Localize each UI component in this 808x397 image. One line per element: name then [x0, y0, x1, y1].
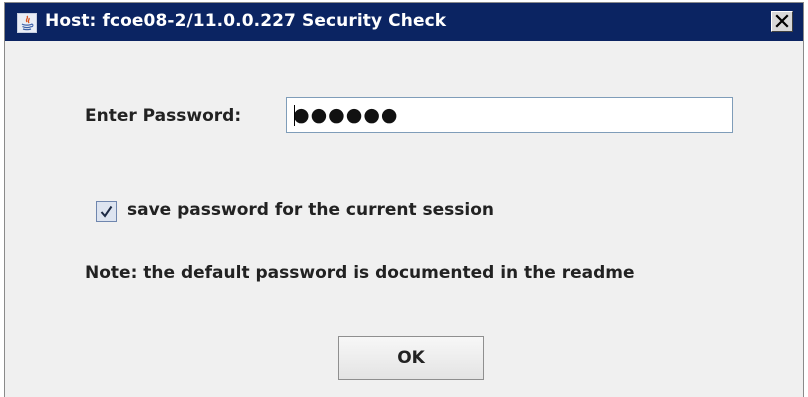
save-password-checkbox[interactable] [96, 201, 117, 222]
password-note: Note: the default password is documented… [85, 263, 635, 283]
password-input[interactable] [286, 97, 733, 133]
close-button[interactable] [771, 11, 793, 32]
text-caret [294, 105, 295, 126]
checkmark-icon [100, 205, 113, 218]
java-icon [17, 13, 37, 33]
save-password-label[interactable]: save password for the current session [127, 200, 494, 220]
window-title: Host: fcoe08-2/11.0.0.227 Security Check [45, 11, 447, 31]
security-check-dialog: Host: fcoe08-2/11.0.0.227 Security Check… [4, 2, 804, 397]
password-label: Enter Password: [85, 106, 242, 126]
title-bar[interactable]: Host: fcoe08-2/11.0.0.227 Security Check [5, 3, 803, 41]
ok-button[interactable]: OK [338, 336, 484, 380]
close-icon [775, 14, 789, 28]
